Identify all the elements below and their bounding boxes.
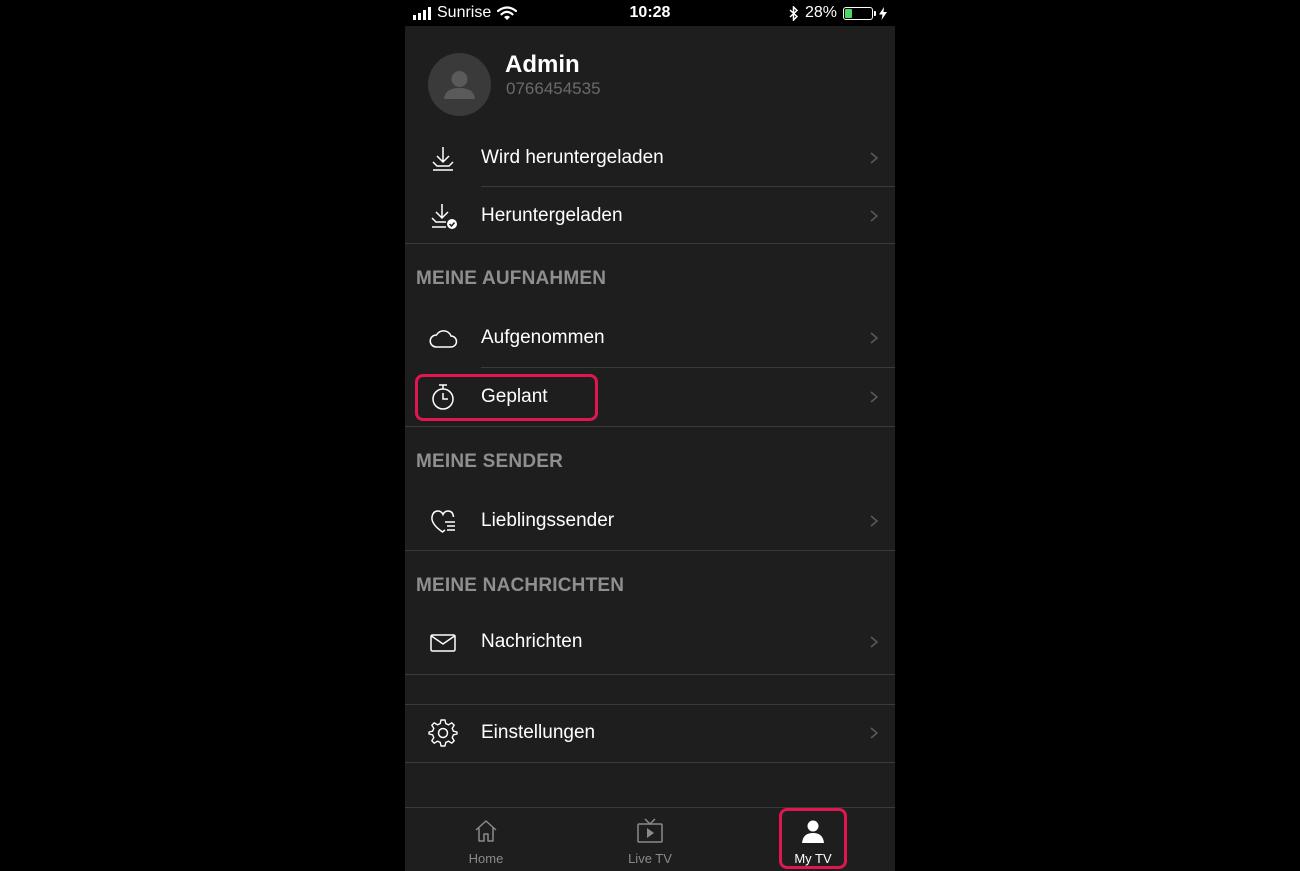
menu-item-label: Nachrichten: [481, 631, 583, 652]
menu-item-label: Lieblingssender: [481, 510, 615, 531]
profile-name: Admin: [505, 51, 580, 78]
menu-item-label: Einstellungen: [481, 722, 596, 743]
chevron-right-icon: [870, 332, 879, 344]
tab-label: Home: [468, 851, 504, 866]
battery-percent: 28%: [804, 4, 837, 21]
section-title-recordings: MEINE AUFNAHMEN: [416, 268, 607, 289]
profile-phone: 0766454535: [506, 79, 601, 98]
highlight-my-tv: [779, 808, 847, 869]
section-title-channels: MEINE SENDER: [416, 451, 564, 472]
status-right: 28%: [789, 4, 887, 22]
chevron-right-icon: [870, 152, 879, 164]
tv-play-icon: [637, 818, 663, 843]
gear-icon: [428, 719, 458, 747]
battery-icon: [843, 6, 876, 20]
menu-item-settings[interactable]: Einstellungen: [405, 704, 895, 762]
chevron-right-icon: [870, 515, 879, 527]
menu-item-favorite-channels[interactable]: Lieblingssender: [405, 492, 895, 550]
menu-item-label: Aufgenommen: [481, 327, 605, 348]
highlight-scheduled: [415, 374, 598, 421]
profile-header[interactable]: Admin 0766454535: [405, 26, 895, 130]
app-screen: Sunrise 10:28 28% Admin 0766454535 Wird …: [405, 0, 895, 871]
charging-bolt-icon: [879, 6, 887, 20]
downloaded-check-icon: [431, 204, 457, 229]
section-title-messages: MEINE NACHRICHTEN: [416, 575, 625, 596]
divider: [405, 762, 895, 763]
tab-live-tv[interactable]: Live TV: [590, 808, 710, 871]
menu-item-recorded[interactable]: Aufgenommen: [405, 309, 895, 367]
menu-item-downloading[interactable]: Wird heruntergeladen: [405, 129, 895, 187]
menu-item-messages[interactable]: Nachrichten: [405, 613, 895, 671]
menu-item-label: Heruntergeladen: [481, 205, 623, 226]
envelope-icon: [430, 634, 456, 652]
chevron-right-icon: [870, 727, 879, 739]
tab-home[interactable]: Home: [426, 808, 546, 871]
chevron-right-icon: [870, 636, 879, 648]
divider: [405, 243, 895, 244]
chevron-right-icon: [870, 391, 879, 403]
download-icon: [432, 147, 454, 171]
user-silhouette-icon: [444, 71, 475, 99]
avatar[interactable]: [428, 53, 491, 116]
divider: [405, 426, 895, 427]
bluetooth-icon: [789, 5, 799, 21]
heart-list-icon: [431, 510, 455, 533]
chevron-right-icon: [870, 210, 879, 222]
tab-label: Live TV: [628, 851, 672, 866]
menu-item-downloaded[interactable]: Heruntergeladen: [405, 187, 895, 245]
status-bar: Sunrise 10:28 28%: [405, 0, 895, 26]
menu-item-label: Wird heruntergeladen: [481, 147, 664, 168]
cloud-icon: [429, 330, 458, 348]
divider: [405, 674, 895, 675]
home-icon: [475, 820, 497, 842]
divider: [405, 550, 895, 551]
